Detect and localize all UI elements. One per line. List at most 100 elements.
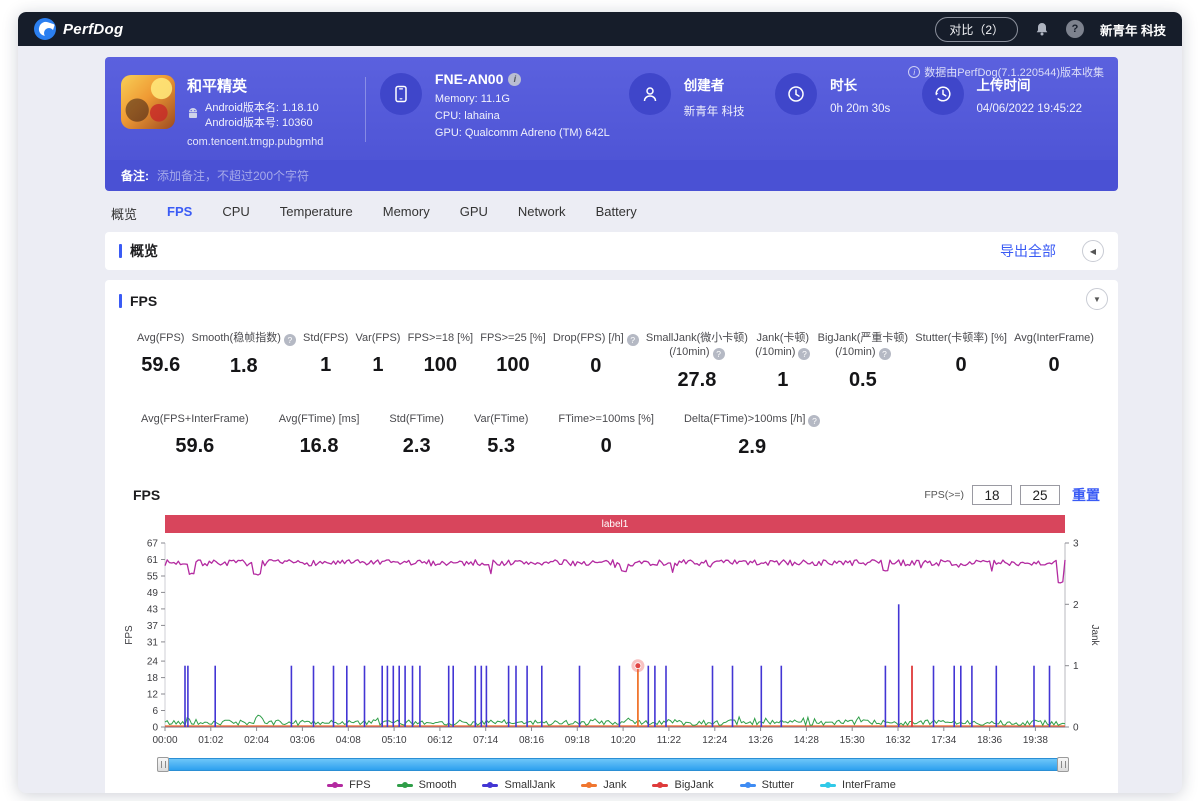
- metric-value: 59.6: [141, 435, 249, 458]
- svg-text:61: 61: [147, 555, 159, 566]
- export-all-link[interactable]: 导出全部: [1000, 241, 1056, 261]
- tab-fps[interactable]: FPS: [167, 204, 192, 223]
- overview-title: 概览: [119, 241, 158, 261]
- user-name[interactable]: 新青年 科技: [1100, 20, 1166, 39]
- svg-text:FPS: FPS: [124, 625, 135, 645]
- phone-icon: [380, 73, 422, 115]
- reset-link[interactable]: 重置: [1072, 485, 1100, 505]
- metric-value: 0: [1014, 354, 1094, 377]
- note-bar[interactable]: 备注: 添加备注，不超过200个字符: [105, 160, 1118, 191]
- svg-text:43: 43: [147, 604, 159, 615]
- tab-network[interactable]: Network: [518, 204, 566, 223]
- legend-item-jank[interactable]: Jank: [581, 779, 626, 791]
- collapse-left-button[interactable]: ◀: [1082, 240, 1104, 262]
- help-icon[interactable]: ?: [1066, 20, 1084, 38]
- svg-text:Jank: Jank: [1089, 624, 1100, 646]
- metric-value: 100: [480, 354, 545, 377]
- top-navbar: PerfDog 对比（2） ? 新青年 科技: [18, 12, 1182, 46]
- device-gpu: GPU: Qualcomm Adreno (TM) 642L: [435, 125, 610, 142]
- brand[interactable]: PerfDog: [34, 18, 123, 40]
- metric-value: 1: [355, 354, 400, 377]
- metric-value: 0: [558, 435, 654, 458]
- tab-temperature[interactable]: Temperature: [280, 204, 353, 223]
- tab-battery[interactable]: Battery: [596, 204, 637, 223]
- device-info-icon[interactable]: i: [508, 73, 521, 86]
- metric-value: 16.8: [279, 435, 360, 458]
- fps-threshold-high-input[interactable]: [1020, 485, 1060, 505]
- svg-text:1: 1: [1073, 661, 1079, 672]
- legend-item-smooth[interactable]: Smooth: [397, 779, 457, 791]
- fps-chart[interactable]: 0612182431374349556167012300:0001:0202:0…: [119, 537, 1104, 754]
- metric-r2-1: Avg(FTime) [ms]16.8: [279, 412, 360, 459]
- svg-text:02:04: 02:04: [244, 735, 269, 746]
- device-model: FNE-AN00 i: [435, 71, 610, 87]
- duration-block: 时长 0h 20m 30s: [775, 71, 921, 115]
- svg-text:6: 6: [152, 706, 158, 717]
- note-placeholder: 添加备注，不超过200个字符: [157, 167, 309, 184]
- legend-item-fps[interactable]: FPS: [327, 779, 370, 791]
- legend-item-stutter[interactable]: Stutter: [740, 779, 794, 791]
- metric-value: 0: [553, 355, 639, 378]
- metric-value: 59.6: [137, 354, 184, 377]
- legend-item-smalljank[interactable]: SmallJank: [482, 779, 555, 791]
- chart-legend: FPS Smooth SmallJank Jank BigJank Stutter Inte…: [119, 779, 1104, 793]
- metric-help-icon[interactable]: ?: [798, 348, 810, 360]
- svg-text:15:30: 15:30: [840, 735, 865, 746]
- app-block: 和平精英 Android版本名: 1.18.10 Android版本号: 103…: [121, 75, 365, 148]
- svg-text:17:34: 17:34: [931, 735, 956, 746]
- info-icon: i: [908, 66, 920, 78]
- note-label: 备注:: [121, 167, 149, 184]
- navigator-right-handle[interactable]: [1057, 757, 1069, 772]
- svg-text:08:16: 08:16: [519, 735, 544, 746]
- metrics-row-2: Avg(FPS+InterFrame)59.6Avg(FTime) [ms]16…: [119, 392, 830, 459]
- metric-r1-10: Stutter(卡顿率) [%]0: [915, 331, 1007, 392]
- svg-text:05:10: 05:10: [382, 735, 407, 746]
- collapse-down-button[interactable]: ▼: [1086, 288, 1108, 310]
- creator-block: 创建者 新青年 科技: [629, 71, 775, 119]
- navigator-left-handle[interactable]: [157, 757, 169, 772]
- legend-marker-icon: [652, 784, 668, 787]
- legend-marker-icon: [482, 784, 498, 787]
- svg-text:2: 2: [1073, 600, 1079, 611]
- legend-item-bigjank[interactable]: BigJank: [652, 779, 713, 791]
- fps-threshold-low-input[interactable]: [972, 485, 1012, 505]
- bell-icon[interactable]: [1034, 21, 1050, 37]
- chart-navigator: [157, 757, 1069, 772]
- svg-text:16:32: 16:32: [885, 735, 910, 746]
- metric-help-icon[interactable]: ?: [284, 334, 296, 346]
- svg-text:12: 12: [147, 690, 159, 701]
- label1-banner[interactable]: label1: [165, 515, 1065, 533]
- metric-help-icon[interactable]: ?: [713, 348, 725, 360]
- svg-text:19:38: 19:38: [1023, 735, 1048, 746]
- tab-gpu[interactable]: GPU: [460, 204, 488, 223]
- legend-item-interframe[interactable]: InterFrame: [820, 779, 896, 791]
- svg-text:03:06: 03:06: [290, 735, 315, 746]
- section-bar: [119, 294, 122, 308]
- tab-cpu[interactable]: CPU: [222, 204, 249, 223]
- metric-value: 0.5: [818, 369, 908, 392]
- legend-marker-icon: [327, 784, 343, 787]
- svg-text:3: 3: [1073, 539, 1079, 550]
- collect-info: i 数据由PerfDog(7.1.220544)版本收集: [908, 64, 1104, 80]
- svg-text:18: 18: [147, 673, 159, 684]
- svg-text:09:18: 09:18: [565, 735, 590, 746]
- metric-r1-3: Var(FPS)1: [355, 331, 400, 392]
- metric-value: 0: [915, 354, 1007, 377]
- metric-r1-9: BigJank(严重卡顿)(/10min)?0.5: [818, 331, 908, 392]
- app-icon: [121, 75, 175, 129]
- metric-value: 2.9: [684, 436, 821, 459]
- tab-概览[interactable]: 概览: [111, 204, 137, 223]
- metric-help-icon[interactable]: ?: [808, 415, 820, 427]
- app-window: PerfDog 对比（2） ? 新青年 科技 i 数据由PerfDog(7.1.…: [18, 12, 1182, 793]
- app-name: 和平精英: [187, 75, 323, 96]
- metric-help-icon[interactable]: ?: [627, 334, 639, 346]
- metric-help-icon[interactable]: ?: [879, 348, 891, 360]
- duration-label: 时长: [830, 74, 890, 94]
- android-icon: [187, 107, 199, 125]
- navigator-track[interactable]: [167, 758, 1059, 771]
- tab-memory[interactable]: Memory: [383, 204, 430, 223]
- metric-r1-5: FPS>=25 [%]100: [480, 331, 545, 392]
- metric-value: 27.8: [646, 369, 748, 392]
- svg-text:49: 49: [147, 588, 159, 599]
- compare-button[interactable]: 对比（2）: [935, 17, 1018, 42]
